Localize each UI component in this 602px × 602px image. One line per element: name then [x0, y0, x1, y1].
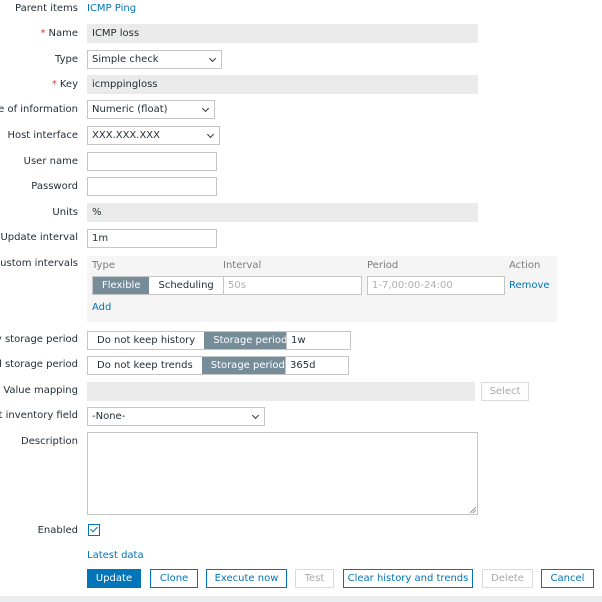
ci-remove-link[interactable]: Remove — [509, 280, 550, 291]
history-storage-label: ry storage period — [0, 334, 78, 345]
inventory-field-label: ost inventory field — [0, 410, 78, 421]
required-marker: * — [40, 28, 46, 39]
host-interface-select[interactable]: XXX.XXX.XXX — [87, 126, 220, 145]
user-name-label: User name — [23, 156, 78, 167]
execute-now-button[interactable]: Execute now — [206, 569, 287, 588]
clone-button[interactable]: Clone — [150, 569, 198, 588]
delete-button[interactable]: Delete — [482, 569, 533, 588]
test-button[interactable]: Test — [295, 569, 334, 588]
ci-header-period: Period — [367, 260, 399, 271]
value-mapping-field[interactable] — [87, 382, 475, 401]
password-input[interactable] — [87, 177, 217, 196]
password-label: Password — [31, 181, 78, 192]
description-textarea[interactable] — [87, 432, 478, 515]
type-of-information-select[interactable]: Numeric (float) — [87, 100, 215, 119]
resize-handle-icon[interactable] — [470, 507, 476, 513]
ci-type-toggle: Flexible Scheduling — [92, 276, 224, 295]
trends-toggle: Do not keep trends Storage period — [87, 356, 295, 375]
host-interface-label: Host interface — [7, 130, 78, 141]
update-interval-input[interactable]: 1m — [87, 229, 217, 248]
key-field[interactable]: icmppingloss — [87, 75, 478, 94]
name-label: * Name — [40, 28, 78, 39]
ci-header-type: Type — [92, 260, 115, 271]
type-of-information-label: ype of information — [0, 104, 78, 115]
custom-intervals-label: Custom intervals — [0, 258, 78, 269]
trends-do-not-keep[interactable]: Do not keep trends — [88, 357, 202, 374]
enabled-checkbox[interactable] — [88, 524, 100, 536]
description-label: Description — [21, 436, 78, 447]
page-footer-strip — [0, 596, 602, 602]
inventory-field-select[interactable]: -None- — [87, 407, 265, 426]
units-label: Units — [52, 207, 78, 218]
ci-type-flexible[interactable]: Flexible — [93, 277, 150, 294]
parent-items-label: Parent items — [15, 3, 78, 14]
units-field[interactable]: % — [87, 203, 478, 222]
ci-header-action: Action — [509, 260, 541, 271]
key-label: * Key — [51, 79, 78, 90]
ci-type-scheduling[interactable]: Scheduling — [149, 277, 223, 294]
type-select[interactable]: Simple check — [87, 50, 222, 69]
value-mapping-select-button[interactable]: Select — [481, 382, 529, 401]
clear-history-button[interactable]: Clear history and trends — [343, 569, 473, 588]
trends-storage-label: nd storage period — [0, 359, 78, 370]
trends-period-input[interactable]: 365d — [285, 356, 349, 375]
history-do-not-keep[interactable]: Do not keep history — [88, 332, 204, 349]
update-interval-label: *Update interval — [0, 232, 78, 243]
trends-storage-period[interactable]: Storage period — [201, 357, 294, 374]
ci-interval-input[interactable]: 50s — [223, 276, 362, 295]
cancel-button[interactable]: Cancel — [541, 569, 594, 588]
parent-item-link[interactable]: ICMP Ping — [87, 3, 136, 14]
ci-period-input[interactable]: 1-7,00:00-24:00 — [367, 276, 505, 295]
type-label: Type — [55, 54, 78, 65]
latest-data-link[interactable]: Latest data — [87, 550, 144, 561]
user-name-input[interactable] — [87, 152, 217, 171]
ci-add-link[interactable]: Add — [92, 302, 111, 313]
name-field[interactable]: ICMP loss — [87, 24, 478, 43]
history-toggle: Do not keep history Storage period — [87, 331, 298, 350]
history-period-input[interactable]: 1w — [286, 331, 351, 350]
history-storage-period[interactable]: Storage period — [204, 332, 297, 349]
enabled-label: Enabled — [37, 525, 78, 536]
value-mapping-label: Value mapping — [3, 385, 78, 396]
ci-header-interval: Interval — [223, 260, 262, 271]
update-button[interactable]: Update — [87, 569, 141, 588]
